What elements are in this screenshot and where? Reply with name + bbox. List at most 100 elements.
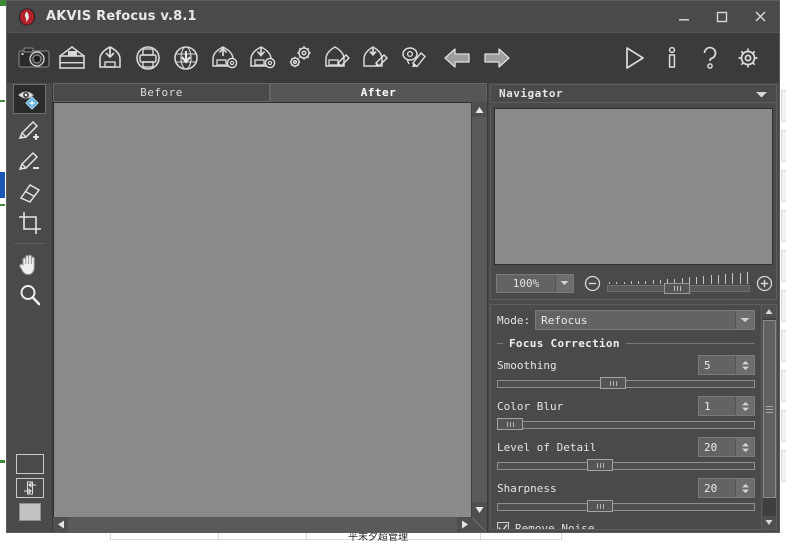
tool-sharpen-brush[interactable] [13,115,46,145]
focus-correction-title: Focus Correction [503,337,626,350]
image-canvas[interactable] [53,102,471,517]
smoothing-stepper[interactable] [735,356,754,374]
sharpness-slider-track[interactable] [497,503,755,511]
window-body: Before After [7,83,779,532]
spinner-up-down-icon [741,442,750,453]
settings-vertical-scrollbar[interactable] [762,304,777,530]
undo-button[interactable] [439,38,477,78]
background-color-swatch[interactable] [16,502,44,522]
remove-noise-label: Remove Noise [515,522,594,531]
color-controls [16,454,44,526]
level-of-detail-spinner[interactable]: 20 [698,437,755,457]
level-of-detail-slider[interactable] [497,459,755,473]
scrollbar-corner [472,517,487,532]
zoom-slider[interactable] [607,272,750,294]
tool-focus-point[interactable] [13,84,46,114]
swap-colors-button[interactable] [16,478,44,498]
color-blur-spinner[interactable]: 1 [698,396,755,416]
settings-scroll-thumb[interactable] [763,320,776,498]
zoom-slider-handle[interactable] [664,283,690,294]
redo-button[interactable] [477,38,515,78]
sharpness-slider[interactable] [497,500,755,514]
level-of-detail-slider-track[interactable] [497,462,755,470]
save-strokes-button[interactable] [357,38,395,78]
import-from-web-button[interactable] [167,38,205,78]
scroll-right-button[interactable] [457,517,472,532]
zoom-level-dropdown-arrow[interactable] [555,275,573,292]
sharpness-spinner[interactable]: 20 [698,478,755,498]
remove-noise-row[interactable]: Remove Noise [497,518,755,530]
open-image-button[interactable] [53,38,91,78]
batch-process-button[interactable] [395,38,433,78]
zoom-in-button[interactable] [756,275,773,292]
color-blur-slider-track[interactable] [497,421,755,429]
bg-accent-4 [0,172,5,198]
spinner-up-down-icon [741,483,750,494]
settings-scroll-down-button[interactable] [763,516,776,529]
smoothing-slider-handle[interactable] [600,377,626,389]
sharpness-value: 20 [699,482,735,495]
navigator-header[interactable]: Navigator [490,84,777,103]
load-strokes-button[interactable] [319,38,357,78]
tab-before[interactable]: Before [53,83,270,102]
tool-hand[interactable] [13,249,46,279]
remove-noise-checkbox[interactable] [497,522,509,530]
tab-after[interactable]: After [270,83,487,102]
load-settings-button[interactable] [205,38,243,78]
close-button[interactable] [741,1,779,32]
preferences-button[interactable] [281,38,319,78]
minimize-button[interactable] [665,1,703,32]
level-of-detail-stepper[interactable] [735,438,754,456]
run-button[interactable] [615,38,653,78]
tool-crop[interactable] [13,208,46,238]
color-blur-stepper[interactable] [735,397,754,415]
scroll-left-button[interactable] [53,517,68,532]
canvas-horizontal-scrollbar[interactable] [53,517,472,532]
arrow-left-icon [443,45,473,71]
sharpness-stepper[interactable] [735,479,754,497]
sharpness-slider-handle[interactable] [587,500,613,512]
bg-strip-8 [781,370,786,402]
navigator-preview[interactable] [494,108,773,265]
navigator-collapse-button[interactable] [755,84,768,103]
smoothing-row: Smoothing 5 [497,354,755,376]
bg-strip-2 [781,130,786,162]
settings-scroll-track[interactable] [763,318,776,516]
help-button[interactable] [691,38,729,78]
mode-combobox[interactable]: Refocus [535,310,755,330]
scroll-up-button[interactable] [472,102,487,117]
settings-panel-wrapper: Mode: Refocus Focu [490,304,777,530]
tool-eraser[interactable] [13,177,46,207]
save-settings-button[interactable] [243,38,281,78]
canvas-vertical-scrollbar[interactable] [471,102,487,517]
maximize-button[interactable] [703,1,741,32]
smoothing-spinner[interactable]: 5 [698,355,755,375]
about-button[interactable] [653,38,691,78]
tool-blur-brush[interactable] [13,146,46,176]
scroll-track-horizontal[interactable] [68,517,457,532]
tool-zoom[interactable] [13,280,46,310]
eraser-icon [17,179,43,205]
scroll-down-button[interactable] [472,502,487,517]
smoothing-slider[interactable] [497,377,755,391]
swap-arrows-icon [22,481,38,495]
triangle-left-icon [57,520,65,529]
save-image-button[interactable] [91,38,129,78]
settings-scroll-up-button[interactable] [763,305,776,318]
level-of-detail-slider-handle[interactable] [587,459,613,471]
focus-correction-group-header: Focus Correction [497,337,755,350]
color-blur-slider-handle[interactable] [497,418,523,430]
zoom-level-combobox[interactable]: 100% [496,274,574,293]
foreground-color-swatch[interactable] [16,454,44,474]
scroll-track-vertical[interactable] [472,117,487,502]
print-image-button[interactable] [129,38,167,78]
color-swatch-dark [18,456,42,472]
bg-strip-1 [781,90,786,122]
title-bar: AKVIS Refocus v.8.1 [7,1,779,32]
mode-dropdown-arrow[interactable] [735,311,754,329]
camera-button[interactable] [15,38,53,78]
zoom-out-button[interactable] [584,275,601,292]
toolbar-left-group [7,38,515,78]
settings-button[interactable] [729,38,767,78]
color-blur-slider[interactable] [497,418,755,432]
